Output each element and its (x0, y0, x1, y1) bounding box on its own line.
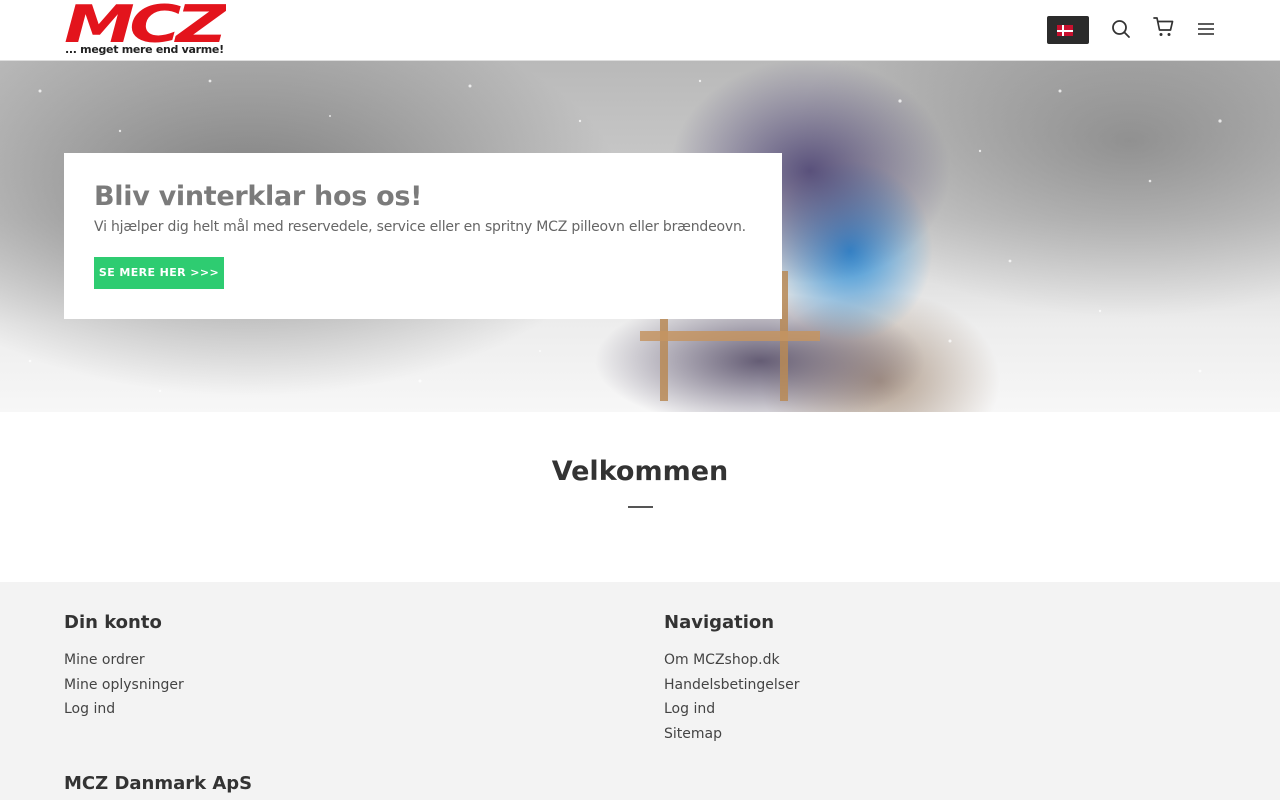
hero-title: Bliv vinterklar hos os! (94, 181, 423, 212)
footer-navigation-links: Om MCZshop.dk Handelsbetingelser Log ind… (664, 651, 1224, 749)
mcz-logo-mark: MCZ (64, 0, 226, 44)
welcome-section: Velkommen (0, 412, 1280, 582)
footer-link-login[interactable]: Log ind (64, 700, 624, 725)
hero-card: Bliv vinterklar hos os! Vi hjælper dig h… (64, 153, 782, 319)
footer-navigation-column: Navigation Om MCZshop.dk Handelsbetingel… (664, 612, 1224, 749)
danish-flag-icon (1057, 25, 1073, 36)
welcome-title: Velkommen (551, 456, 729, 487)
see-more-button[interactable]: SE MERE HER >>> (94, 257, 224, 289)
footer-link-sitemap[interactable]: Sitemap (664, 725, 1224, 750)
menu-icon[interactable] (1195, 18, 1217, 40)
footer-link-login-nav[interactable]: Log ind (664, 700, 1224, 725)
site-header: MCZ ... meget mere end varme! (0, 0, 1280, 61)
hero-banner: Bliv vinterklar hos os! Vi hjælper dig h… (0, 61, 1280, 412)
footer-account-heading: Din konto (64, 612, 162, 633)
mcz-logo[interactable]: MCZ ... meget mere end varme! (64, 0, 226, 60)
search-icon[interactable] (1110, 18, 1132, 40)
footer-link-terms[interactable]: Handelsbetingelser (664, 676, 1224, 701)
language-selector[interactable] (1047, 16, 1089, 44)
hero-text: Vi hjælper dig helt mål med reservedele,… (94, 219, 746, 235)
footer-account-links: Mine ordrer Mine oplysninger Log ind (64, 651, 624, 725)
footer-company-name: MCZ Danmark ApS (64, 773, 253, 794)
logo-text: MCZ (64, 0, 226, 44)
cart-icon[interactable] (1153, 16, 1175, 38)
title-divider (628, 506, 653, 508)
site-footer: Din konto Mine ordrer Mine oplysninger L… (0, 582, 1280, 800)
footer-link-my-orders[interactable]: Mine ordrer (64, 651, 624, 676)
footer-link-my-info[interactable]: Mine oplysninger (64, 676, 624, 701)
logo-tagline: ... meget mere end varme! (65, 43, 224, 56)
footer-navigation-heading: Navigation (664, 612, 775, 633)
footer-link-about[interactable]: Om MCZshop.dk (664, 651, 1224, 676)
footer-account-column: Din konto Mine ordrer Mine oplysninger L… (64, 612, 624, 725)
